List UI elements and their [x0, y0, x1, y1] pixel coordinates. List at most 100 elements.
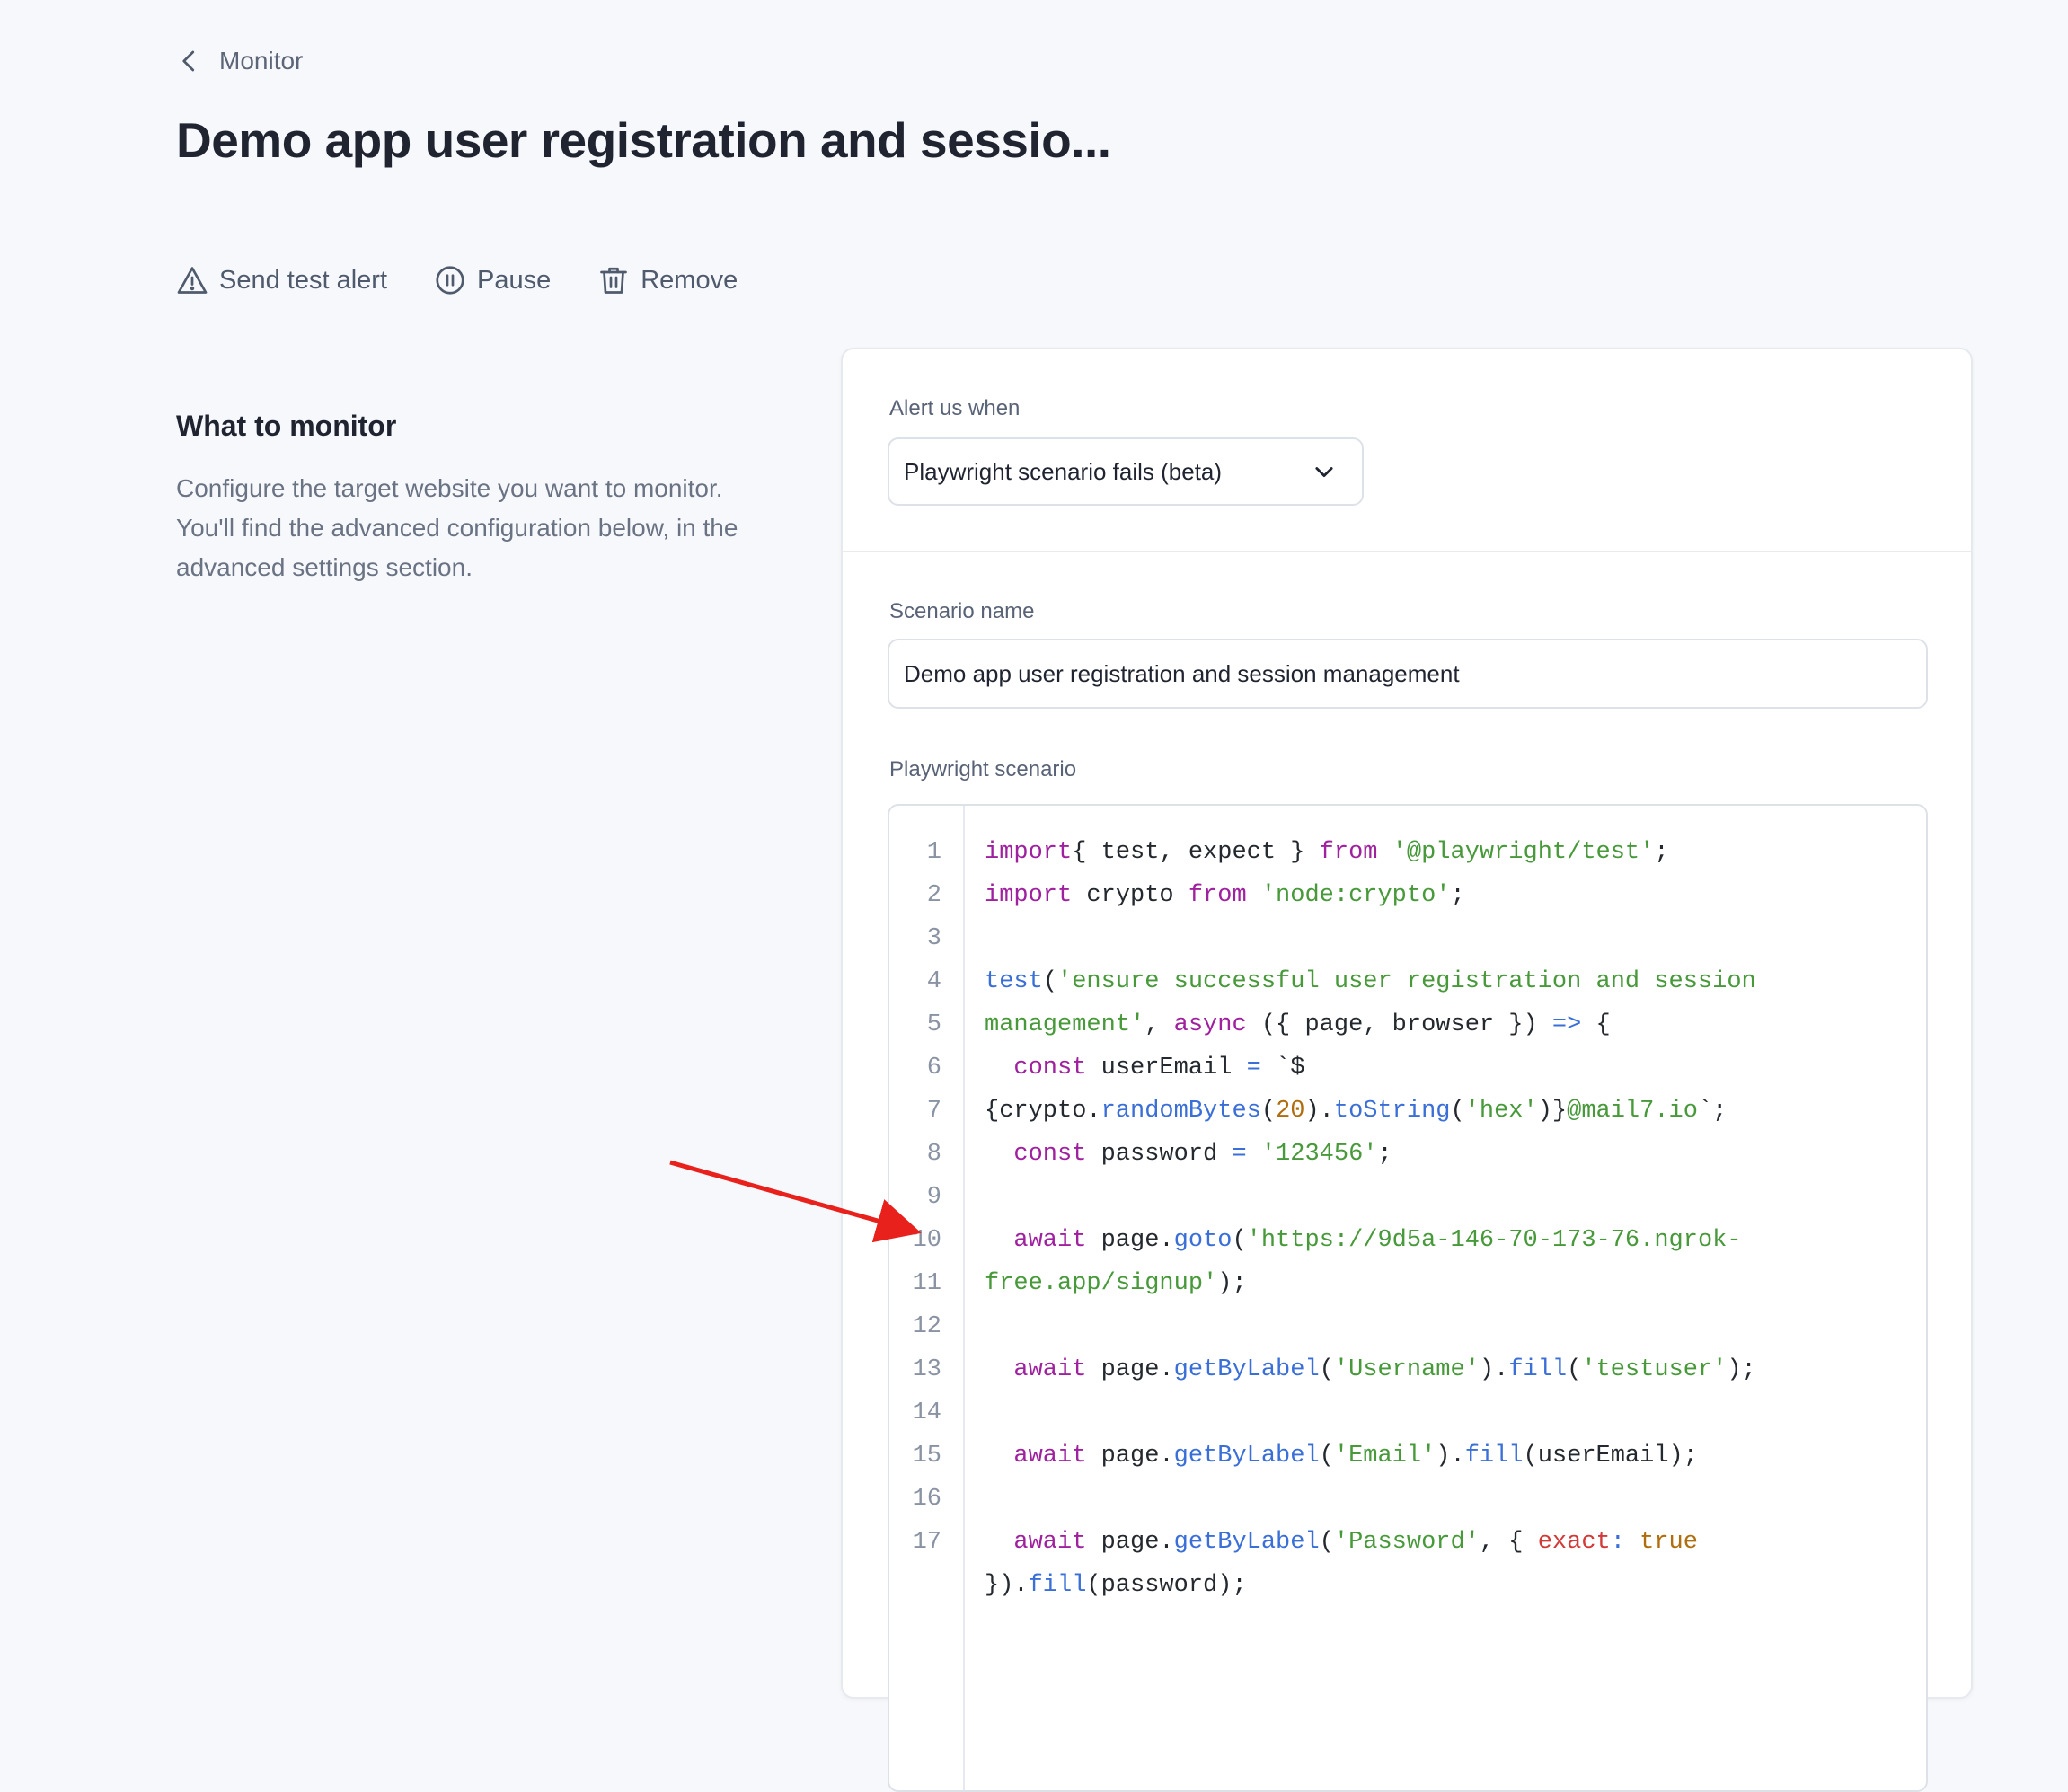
code-token: crypto: [1072, 882, 1189, 909]
code-token: ;: [1377, 1141, 1392, 1168]
code-token: getByLabel: [1173, 1529, 1320, 1556]
trash-icon: [600, 267, 628, 294]
chevron-left-icon: [182, 50, 195, 72]
line-number-gutter: 1 2 3 4 5 6 7 8 9 10 11 12 13 14 15 16 17: [889, 806, 965, 1790]
code-token: `$: [1260, 1055, 1305, 1081]
line-number: 8: [926, 1141, 941, 1168]
monitor-config-card: Alert us when Playwright scenario fails …: [841, 348, 1973, 1792]
code-token: test: [985, 968, 1043, 995]
code-token: from: [1188, 882, 1247, 909]
code-line: management', async ({ page, browser }) =…: [985, 1003, 1926, 1046]
code-token: }).: [985, 1572, 1029, 1599]
code-token: ).: [1479, 1356, 1509, 1383]
code-token: await: [1013, 1227, 1087, 1254]
code-token: const: [1013, 1141, 1087, 1168]
code-line: await page.goto('https://9d5a-146-70-173…: [985, 1219, 1926, 1262]
code-token: from: [1319, 839, 1378, 866]
code-token: @mail7.io: [1567, 1098, 1698, 1125]
code-token: import: [985, 839, 1073, 866]
code-token: ({ page, browser }): [1246, 1011, 1552, 1038]
code-token: await: [1013, 1529, 1087, 1556]
code-token: , {: [1479, 1529, 1538, 1556]
line-number: 11: [912, 1270, 941, 1297]
code-token: fill: [1464, 1443, 1524, 1470]
code-line: test('ensure successful user registratio…: [985, 960, 1926, 1003]
pause-button[interactable]: Pause: [434, 264, 551, 296]
section-description: Configure the target website you want to…: [176, 474, 738, 581]
code-token: exact: [1537, 1529, 1611, 1556]
code-token: 'Email': [1333, 1443, 1436, 1470]
line-number: 1: [926, 839, 941, 866]
code-token: {: [1581, 1011, 1611, 1038]
line-number: 5: [926, 1011, 941, 1038]
code-token: '123456': [1260, 1141, 1378, 1168]
code-line: const userEmail = `$: [985, 1046, 1926, 1090]
line-number: 16: [912, 1486, 941, 1513]
code-line: await page.getByLabel('Password', { exac…: [985, 1521, 1926, 1564]
code-token: ).: [1304, 1098, 1334, 1125]
code-token: `;: [1697, 1098, 1728, 1125]
code-token: 'hex': [1464, 1098, 1538, 1125]
code-token: =: [1246, 1055, 1261, 1081]
line-number: 6: [926, 1055, 941, 1081]
scenario-name-label: Scenario name: [889, 599, 1035, 623]
code-line: import{ test, expect } from '@playwright…: [985, 831, 1926, 874]
code-token: toString: [1333, 1098, 1451, 1125]
code-token: (password);: [1086, 1572, 1247, 1599]
code-token: =: [1232, 1141, 1247, 1168]
code-token: ;: [1654, 839, 1669, 866]
code-token: page.: [1086, 1529, 1174, 1556]
code-token: management': [985, 1011, 1145, 1038]
code-line: free.app/signup');: [985, 1262, 1926, 1305]
code-token: await: [1013, 1443, 1087, 1470]
code-token: );: [1217, 1270, 1247, 1297]
code-token: page.: [1086, 1356, 1174, 1383]
action-bar: Send test alert Pause Remove: [176, 264, 738, 296]
line-number: 12: [912, 1313, 941, 1340]
warning-triangle-icon: [177, 267, 208, 294]
code-token: :: [1610, 1529, 1625, 1556]
code-token: (: [1042, 968, 1058, 995]
code-token: fill: [1508, 1356, 1568, 1383]
code-token: page.: [1086, 1443, 1174, 1470]
send-test-alert-button[interactable]: Send test alert: [176, 264, 387, 296]
back-link-label: Monitor: [219, 47, 304, 75]
code-content[interactable]: import{ test, expect } from '@playwright…: [965, 806, 1926, 1790]
code-editor[interactable]: 1 2 3 4 5 6 7 8 9 10 11 12 13 14 15 16 17 import{ test, …: [888, 804, 1928, 1792]
line-number: 14: [912, 1399, 941, 1426]
back-to-monitor-link[interactable]: Monitor: [176, 47, 303, 75]
code-line: await page.getByLabel('Email').fill(user…: [985, 1434, 1926, 1478]
code-token: (: [1319, 1529, 1334, 1556]
line-number: 9: [926, 1184, 941, 1211]
scenario-name-input[interactable]: [888, 639, 1928, 709]
line-number: 13: [912, 1356, 941, 1383]
remove-button[interactable]: Remove: [597, 264, 738, 296]
code-token: randomBytes: [1100, 1098, 1261, 1125]
code-token: )}: [1537, 1098, 1568, 1125]
code-token: (: [1232, 1227, 1247, 1254]
code-line: const password = '123456';: [985, 1133, 1926, 1176]
code-line: }).fill(password);: [985, 1564, 1926, 1607]
code-token: =>: [1551, 1011, 1582, 1038]
code-token: fill: [1028, 1572, 1087, 1599]
code-token: 'Password': [1333, 1529, 1480, 1556]
code-token: 20: [1276, 1098, 1305, 1125]
code-token: const: [1013, 1055, 1087, 1081]
code-token: 'Username': [1333, 1356, 1480, 1383]
code-line: await page.getByLabel('Username').fill('…: [985, 1348, 1926, 1391]
alert-condition-select[interactable]: Playwright scenario fails (beta): [888, 437, 1364, 506]
code-token: (userEmail);: [1523, 1443, 1698, 1470]
